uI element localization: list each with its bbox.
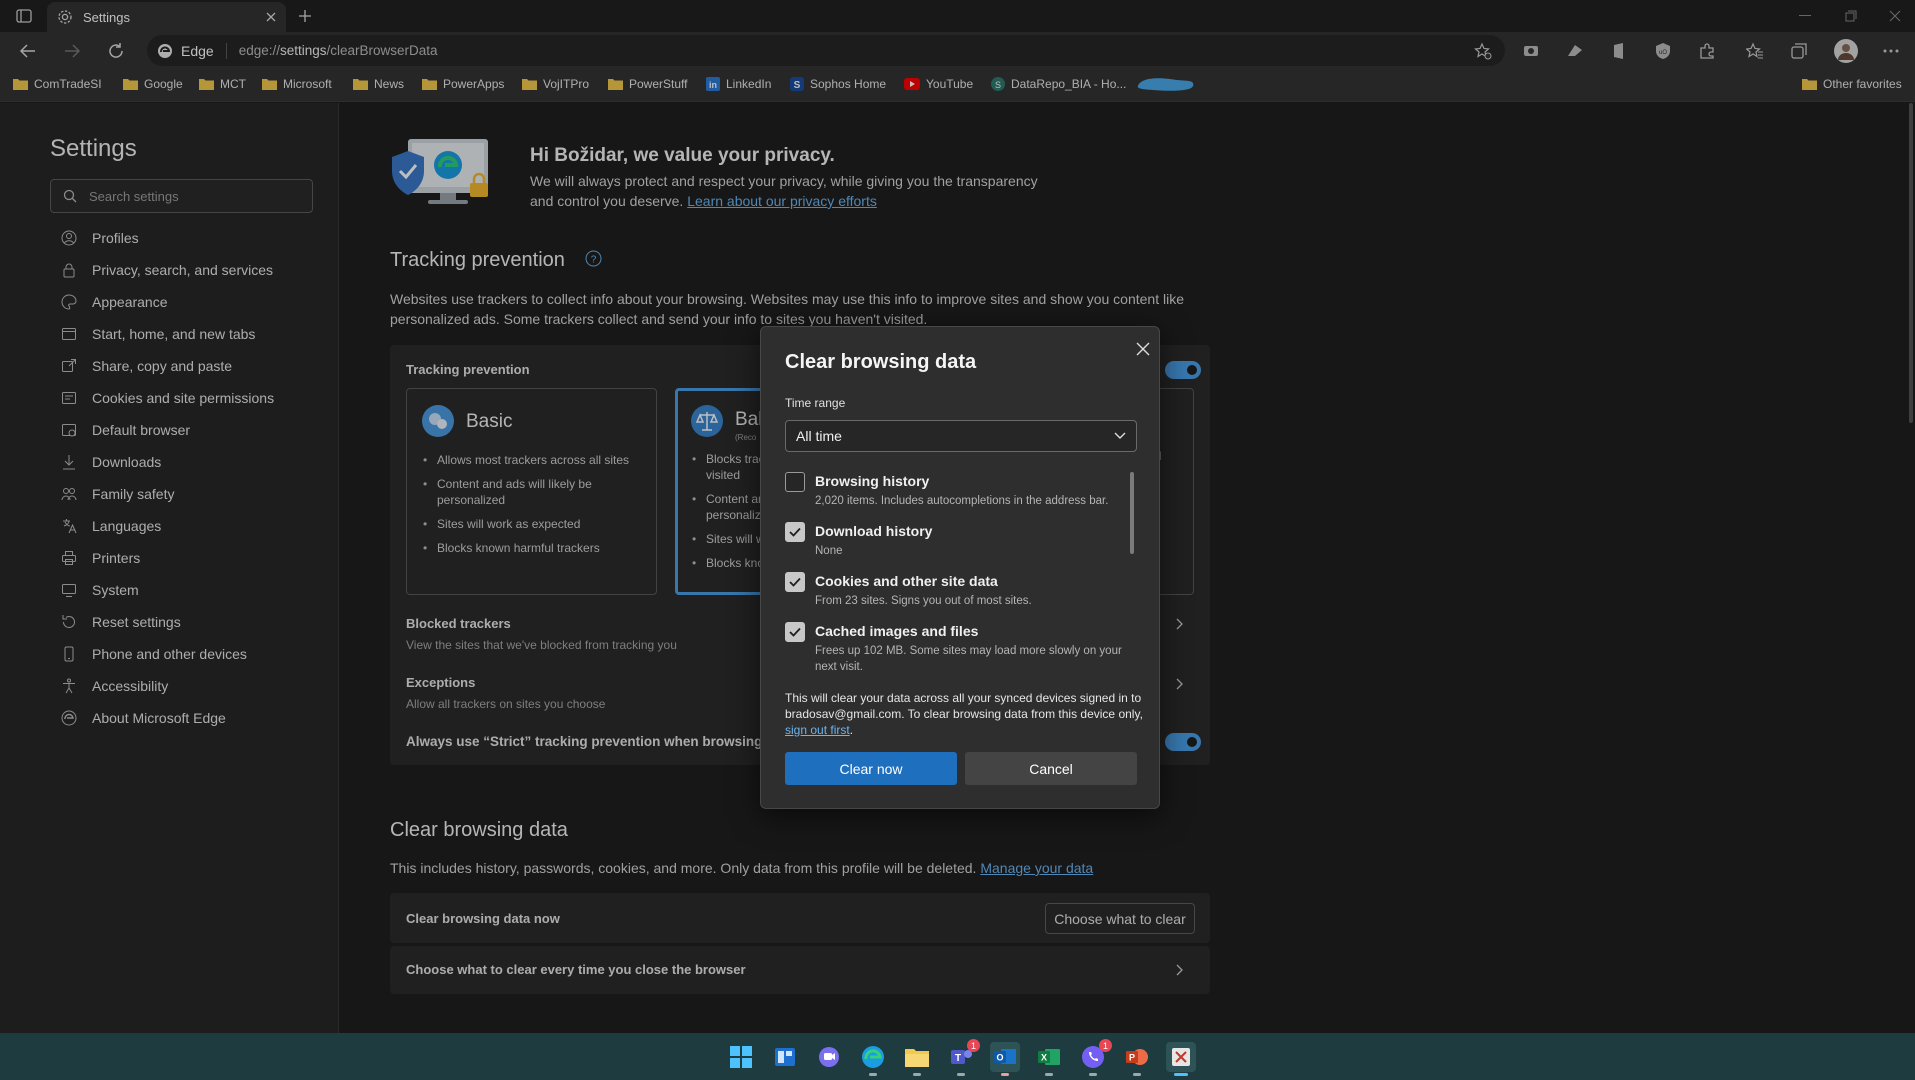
cancel-button[interactable]: Cancel [965, 752, 1137, 785]
option-title: Cached images and files [815, 623, 979, 639]
svg-text:O: O [996, 1053, 1003, 1063]
running-indicator [1133, 1073, 1141, 1076]
dialog-title: Clear browsing data [785, 351, 977, 373]
option-desc: 2,020 items. Includes autocompletions in… [815, 495, 1109, 507]
close-icon[interactable] [1131, 337, 1155, 361]
edge-taskbar-icon[interactable] [858, 1042, 888, 1076]
outlook-icon[interactable]: O [990, 1042, 1020, 1076]
time-range-label: Time range [785, 396, 846, 410]
time-range-value: All time [796, 428, 842, 444]
start-icon[interactable] [726, 1042, 756, 1072]
running-indicator [957, 1073, 965, 1076]
viber-icon[interactable]: 1 [1078, 1039, 1112, 1076]
clear-now-button[interactable]: Clear now [785, 752, 957, 785]
notification-badge: 1 [1099, 1039, 1112, 1052]
edge-window: Settings Edge edge://settings/clearBrows… [0, 0, 1915, 1080]
dialog-scrollbar[interactable] [1130, 472, 1134, 554]
widgets-icon[interactable] [770, 1042, 800, 1072]
option-title: Cookies and other site data [815, 573, 998, 589]
browsing-history-checkbox[interactable] [785, 472, 805, 492]
snipping-tool-icon[interactable] [1166, 1042, 1196, 1076]
powerpoint-icon[interactable]: P [1122, 1042, 1152, 1076]
option-desc: Frees up 102 MB. Some sites may load mor… [815, 645, 1122, 673]
notification-badge: 1 [967, 1039, 980, 1052]
chat-icon[interactable] [814, 1042, 844, 1072]
running-indicator [1089, 1073, 1097, 1076]
teams-icon[interactable]: T1 [946, 1039, 980, 1076]
option-desc: From 23 sites. Signs you out of most sit… [815, 595, 1032, 607]
running-indicator [1001, 1073, 1009, 1076]
sync-note: This will clear your data across all you… [785, 691, 1143, 737]
sign-out-first-link[interactable]: sign out first [785, 723, 850, 737]
excel-icon[interactable]: X [1034, 1042, 1064, 1076]
option-title: Browsing history [815, 473, 930, 489]
running-indicator [869, 1073, 877, 1076]
taskbar: T1 O X 1 P [0, 1033, 1915, 1080]
svg-text:P: P [1129, 1053, 1135, 1063]
cookies-checkbox[interactable] [785, 572, 805, 592]
running-indicator [1174, 1073, 1188, 1076]
option-desc: None [815, 545, 843, 557]
cached-images-checkbox[interactable] [785, 622, 805, 642]
file-explorer-icon[interactable] [902, 1042, 932, 1076]
clear-browsing-dialog: Clear browsing data Time range All time … [760, 326, 1160, 809]
time-range-select[interactable]: All time [785, 420, 1137, 452]
option-title: Download history [815, 523, 933, 539]
svg-text:X: X [1041, 1053, 1047, 1063]
svg-text:T: T [955, 1053, 961, 1064]
running-indicator [913, 1073, 921, 1076]
download-history-checkbox[interactable] [785, 522, 805, 542]
chevron-down-icon [1114, 432, 1126, 440]
running-indicator [1045, 1073, 1053, 1076]
